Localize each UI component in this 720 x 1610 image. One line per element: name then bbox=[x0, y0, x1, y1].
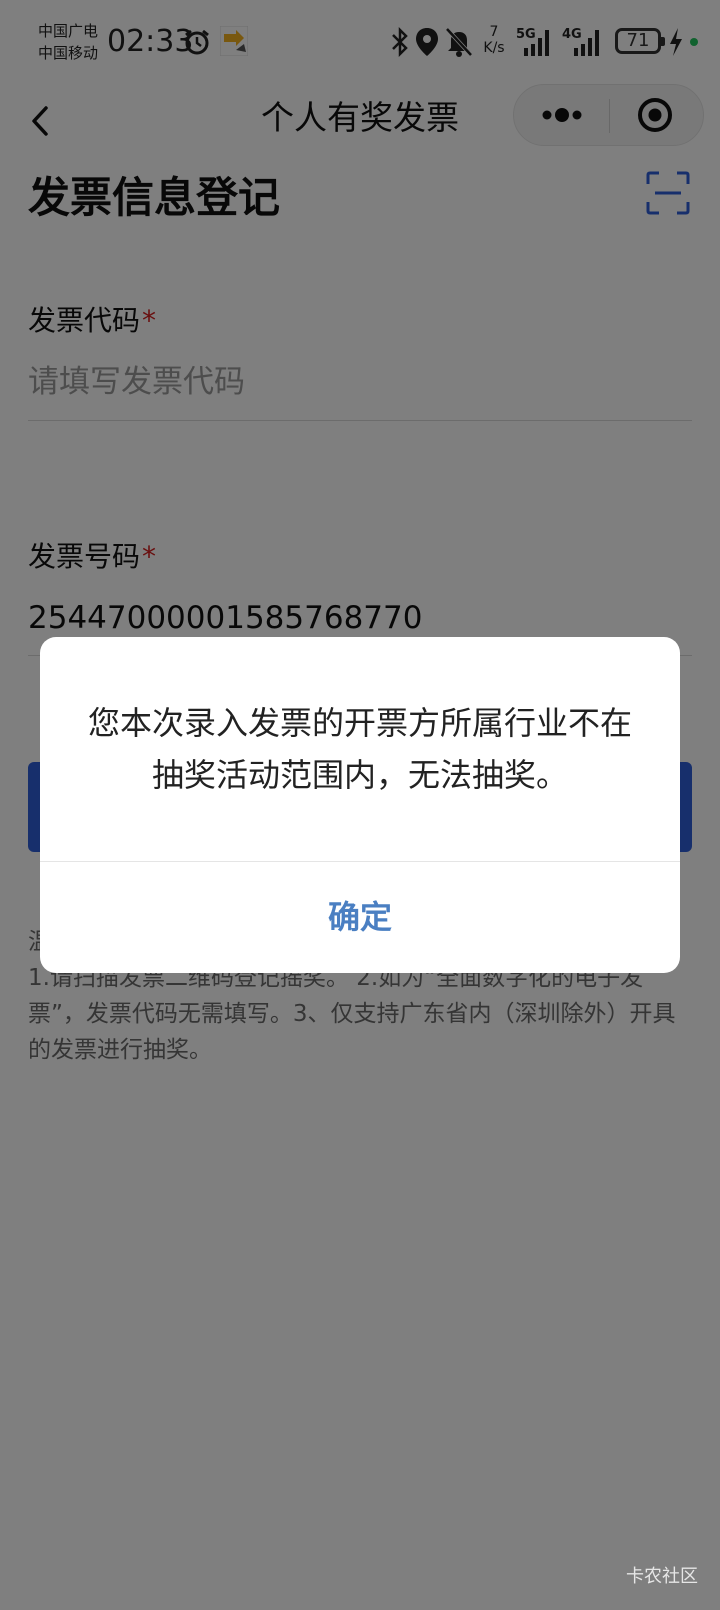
confirm-button[interactable]: 确定 bbox=[40, 862, 680, 973]
dialog-message: 您本次录入发票的开票方所属行业不在抽奖活动范围内，无法抽奖。 bbox=[87, 704, 632, 794]
watermark: 卡农社区 bbox=[626, 1566, 698, 1587]
alert-dialog: 您本次录入发票的开票方所属行业不在抽奖活动范围内，无法抽奖。 确定 bbox=[40, 637, 680, 973]
